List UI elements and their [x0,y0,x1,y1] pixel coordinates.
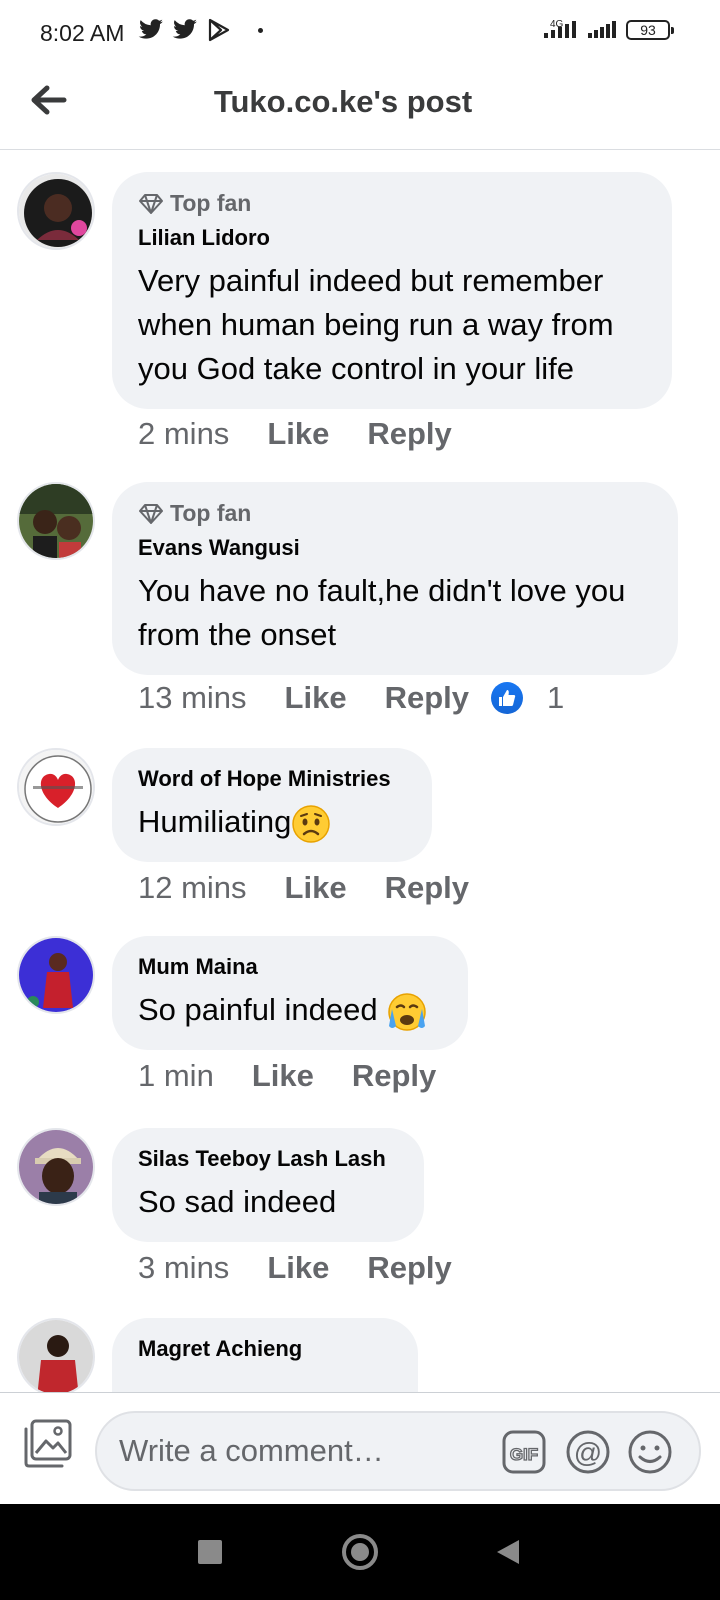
comment-author[interactable]: Magret Achieng [138,1336,392,1362]
page-title: Tuko.co.ke's post [213,84,473,119]
comment-time[interactable]: 2 mins [138,416,229,452]
like-button[interactable]: Like [267,416,329,452]
comment-author[interactable]: Mum Maina [138,954,442,980]
comment-author[interactable]: Lilian Lidoro [138,225,646,251]
like-button[interactable]: Like [285,870,347,906]
comment-time[interactable]: 13 mins [138,680,247,716]
comment-text-row: Humiliating [138,800,406,844]
top-fan-badge: Top fan [138,500,652,527]
comment-time[interactable]: 1 min [138,1058,214,1094]
mention-icon-label: @ [574,1437,602,1468]
gif-button[interactable]: GIF [501,1429,547,1475]
add-photo-button[interactable] [20,1415,76,1471]
reaction-count[interactable]: 1 [491,680,564,716]
top-fan-label: Top fan [170,500,252,526]
smiley-icon [628,1430,672,1474]
comment-text: Very painful indeed but remember when hu… [138,263,614,386]
status-bar: 8:02 AM 4G 93 [0,0,720,66]
home-button[interactable] [338,1530,382,1574]
diamond-icon [139,503,163,524]
avatar[interactable] [17,1128,95,1206]
gif-icon: GIF [502,1430,546,1474]
post-header: Tuko.co.ke's post [0,66,720,150]
comment-bubble: Top fan Lilian Lidoro Very painful indee… [112,172,672,409]
comment-bubble: Mum Maina So painful indeed [112,936,468,1050]
mention-button[interactable]: @ [565,1429,611,1475]
reply-button[interactable]: Reply [367,416,451,452]
reply-button[interactable]: Reply [385,680,469,716]
comment-composer: Write a comment… GIF @ [0,1392,720,1504]
comment-time[interactable]: 3 mins [138,1250,229,1286]
notification-icons [138,18,263,42]
mention-icon: @ [566,1430,610,1474]
circle-home-icon [342,1534,378,1570]
signal-icon [544,21,576,38]
comment-actions: 2 mins Like Reply [138,416,490,452]
diamond-icon [139,193,163,214]
top-fan-badge: Top fan [138,190,646,217]
battery-icon: 93 [626,20,674,40]
square-icon [198,1540,222,1564]
comment-actions: 13 mins Like Reply 1 [138,680,564,716]
avatar[interactable] [17,1318,95,1392]
thumbs-up-icon [491,682,523,714]
reaction-number: 1 [547,680,565,715]
more-notifications-dot [258,27,263,33]
comment-author[interactable]: Evans Wangusi [138,535,652,561]
comment-text: You have no fault,he didn't love you fro… [138,573,626,652]
play-store-icon [208,18,230,42]
comment-actions: 3 mins Like Reply [138,1250,490,1286]
reply-button[interactable]: Reply [385,870,469,906]
twitter-icon [138,19,163,39]
twitter-icon [172,19,197,39]
comment-bubble: Word of Hope Ministries Humiliating [112,748,432,862]
reply-button[interactable]: Reply [352,1058,436,1094]
comment-actions: 1 min Like Reply [138,1058,474,1094]
system-status-icons: 93 [544,20,674,40]
comment-author[interactable]: Word of Hope Ministries [138,766,406,792]
reply-button[interactable]: Reply [367,1250,451,1286]
top-fan-label: Top fan [170,190,252,216]
comment-actions: 12 mins Like Reply [138,870,507,906]
status-time: 8:02 AM [40,20,125,46]
comment-text-row: So painful indeed [138,988,442,1032]
signal-icon [588,21,616,38]
comment-time[interactable]: 12 mins [138,870,247,906]
avatar[interactable] [17,748,95,826]
comment-text: Humiliating [138,804,292,839]
gif-icon-label: GIF [510,1445,538,1464]
crying-face-icon [388,993,426,1031]
like-button[interactable]: Like [267,1250,329,1286]
worried-face-icon [292,805,331,843]
system-navigation-bar [0,1504,720,1600]
photo-icon [24,1419,72,1468]
avatar[interactable] [17,172,95,250]
emoji-button[interactable] [627,1429,673,1475]
like-button[interactable]: Like [252,1058,314,1094]
comment-bubble: Top fan Evans Wangusi You have no fault,… [112,482,678,675]
like-button[interactable]: Like [285,680,347,716]
avatar[interactable] [17,936,95,1014]
back-nav-button[interactable] [486,1530,530,1574]
triangle-back-icon [497,1540,519,1564]
comment-bubble: Magret Achieng [112,1318,418,1392]
comment-input[interactable]: Write a comment… GIF @ [95,1411,701,1491]
recents-button[interactable] [188,1530,232,1574]
comment-list: Top fan Lilian Lidoro Very painful indee… [0,150,720,1392]
comment-text: So painful indeed [138,992,378,1027]
comment-input-placeholder: Write a comment… [119,1433,384,1468]
comment-author[interactable]: Silas Teeboy Lash Lash [138,1146,398,1172]
comment-bubble: Silas Teeboy Lash Lash So sad indeed [112,1128,424,1242]
avatar[interactable] [17,482,95,560]
comment-text: So sad indeed [138,1184,337,1219]
